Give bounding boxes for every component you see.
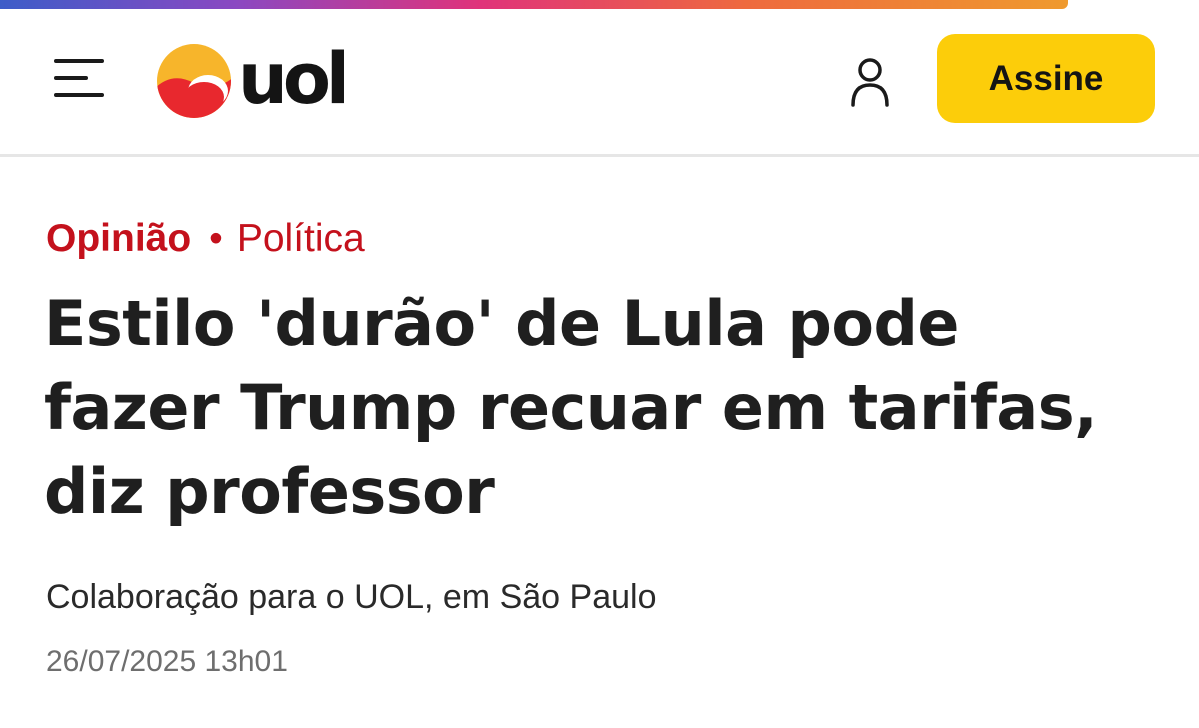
section-link[interactable]: Opinião — [46, 217, 191, 260]
site-header: uol Assine — [0, 9, 1199, 157]
brand-wordmark: uol — [238, 38, 350, 120]
article-page: uol Assine Opinião • Política Estilo 'durã… — [0, 0, 1199, 728]
user-icon-glyph — [851, 58, 889, 107]
article-kicker: Opinião • Política — [46, 215, 365, 263]
user-icon[interactable] — [848, 57, 892, 107]
article-timestamp: 26/07/2025 13h01 — [46, 645, 288, 678]
menu-icon[interactable] — [50, 55, 106, 101]
menu-bar-top — [54, 59, 104, 63]
subscribe-button[interactable]: Assine — [937, 34, 1155, 123]
uol-logo[interactable]: uol — [154, 38, 374, 121]
uol-sun-logo-icon — [157, 44, 231, 118]
menu-bar-middle — [54, 76, 88, 80]
top-gradient-bar — [0, 0, 1068, 9]
article-headline: Estilo 'durão' de Lula pode fazer Trump … — [44, 287, 1098, 528]
menu-bar-bottom — [54, 93, 104, 97]
category-link[interactable]: Política — [237, 217, 365, 260]
kicker-separator: • — [209, 217, 223, 260]
article-byline: Colaboração para o UOL, em São Paulo — [46, 578, 657, 616]
